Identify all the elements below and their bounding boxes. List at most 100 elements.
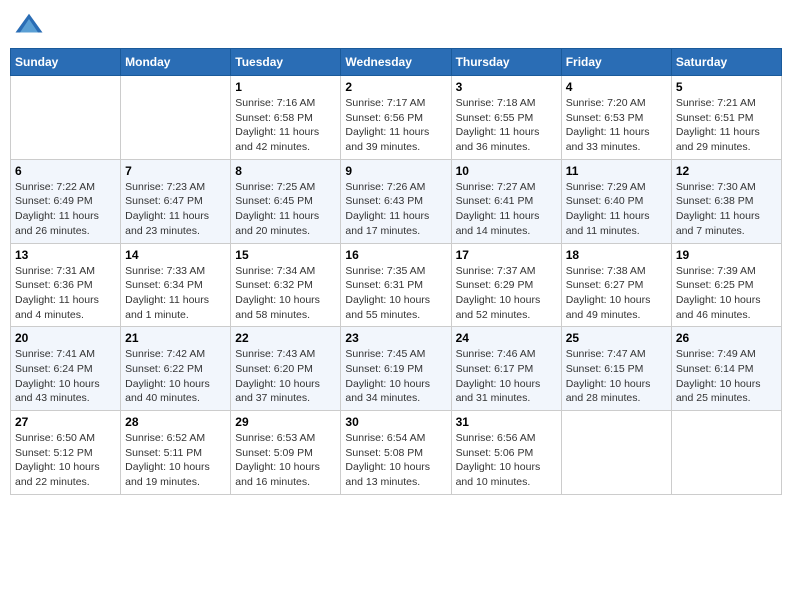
calendar-cell: 23 Sunrise: 7:45 AM Sunset: 6:19 PM Dayl… (341, 327, 451, 411)
daylight-text: Daylight: 10 hours and 31 minutes. (456, 378, 541, 405)
calendar-cell: 10 Sunrise: 7:27 AM Sunset: 6:41 PM Dayl… (451, 159, 561, 243)
sunrise-text: Sunrise: 7:20 AM (566, 97, 646, 109)
day-number: 12 (676, 164, 777, 178)
day-info: Sunrise: 7:29 AM Sunset: 6:40 PM Dayligh… (566, 180, 667, 239)
sunrise-text: Sunrise: 7:25 AM (235, 181, 315, 193)
calendar-cell: 19 Sunrise: 7:39 AM Sunset: 6:25 PM Dayl… (671, 243, 781, 327)
weekday-header-wednesday: Wednesday (341, 49, 451, 76)
sunrise-text: Sunrise: 7:33 AM (125, 265, 205, 277)
weekday-header-friday: Friday (561, 49, 671, 76)
weekday-header-thursday: Thursday (451, 49, 561, 76)
sunrise-text: Sunrise: 7:34 AM (235, 265, 315, 277)
calendar-cell (671, 411, 781, 495)
calendar-week-row: 13 Sunrise: 7:31 AM Sunset: 6:36 PM Dayl… (11, 243, 782, 327)
sunrise-text: Sunrise: 6:50 AM (15, 432, 95, 444)
calendar-cell: 5 Sunrise: 7:21 AM Sunset: 6:51 PM Dayli… (671, 76, 781, 160)
day-info: Sunrise: 7:27 AM Sunset: 6:41 PM Dayligh… (456, 180, 557, 239)
calendar-week-row: 1 Sunrise: 7:16 AM Sunset: 6:58 PM Dayli… (11, 76, 782, 160)
day-number: 31 (456, 415, 557, 429)
weekday-header-tuesday: Tuesday (231, 49, 341, 76)
day-number: 22 (235, 331, 336, 345)
day-info: Sunrise: 7:20 AM Sunset: 6:53 PM Dayligh… (566, 96, 667, 155)
daylight-text: Daylight: 10 hours and 16 minutes. (235, 461, 320, 488)
sunrise-text: Sunrise: 7:39 AM (676, 265, 756, 277)
daylight-text: Daylight: 10 hours and 40 minutes. (125, 378, 210, 405)
daylight-text: Daylight: 10 hours and 22 minutes. (15, 461, 100, 488)
calendar-cell: 12 Sunrise: 7:30 AM Sunset: 6:38 PM Dayl… (671, 159, 781, 243)
day-number: 9 (345, 164, 446, 178)
daylight-text: Daylight: 11 hours and 42 minutes. (235, 126, 319, 153)
sunset-text: Sunset: 6:36 PM (15, 279, 93, 291)
day-number: 1 (235, 80, 336, 94)
day-info: Sunrise: 7:25 AM Sunset: 6:45 PM Dayligh… (235, 180, 336, 239)
calendar-cell: 28 Sunrise: 6:52 AM Sunset: 5:11 PM Dayl… (121, 411, 231, 495)
calendar-cell: 20 Sunrise: 7:41 AM Sunset: 6:24 PM Dayl… (11, 327, 121, 411)
sunrise-text: Sunrise: 7:17 AM (345, 97, 425, 109)
day-number: 15 (235, 248, 336, 262)
sunset-text: Sunset: 6:45 PM (235, 195, 313, 207)
day-info: Sunrise: 6:52 AM Sunset: 5:11 PM Dayligh… (125, 431, 226, 490)
sunset-text: Sunset: 6:20 PM (235, 363, 313, 375)
sunrise-text: Sunrise: 7:42 AM (125, 348, 205, 360)
calendar-cell (561, 411, 671, 495)
sunset-text: Sunset: 6:31 PM (345, 279, 423, 291)
day-info: Sunrise: 7:42 AM Sunset: 6:22 PM Dayligh… (125, 347, 226, 406)
calendar-cell: 21 Sunrise: 7:42 AM Sunset: 6:22 PM Dayl… (121, 327, 231, 411)
sunrise-text: Sunrise: 7:38 AM (566, 265, 646, 277)
calendar-cell: 1 Sunrise: 7:16 AM Sunset: 6:58 PM Dayli… (231, 76, 341, 160)
day-info: Sunrise: 7:34 AM Sunset: 6:32 PM Dayligh… (235, 264, 336, 323)
day-info: Sunrise: 7:21 AM Sunset: 6:51 PM Dayligh… (676, 96, 777, 155)
sunset-text: Sunset: 6:38 PM (676, 195, 754, 207)
day-number: 21 (125, 331, 226, 345)
day-info: Sunrise: 6:54 AM Sunset: 5:08 PM Dayligh… (345, 431, 446, 490)
daylight-text: Daylight: 11 hours and 20 minutes. (235, 210, 319, 237)
calendar-cell: 22 Sunrise: 7:43 AM Sunset: 6:20 PM Dayl… (231, 327, 341, 411)
day-info: Sunrise: 6:56 AM Sunset: 5:06 PM Dayligh… (456, 431, 557, 490)
day-number: 17 (456, 248, 557, 262)
calendar-cell: 8 Sunrise: 7:25 AM Sunset: 6:45 PM Dayli… (231, 159, 341, 243)
calendar-week-row: 6 Sunrise: 7:22 AM Sunset: 6:49 PM Dayli… (11, 159, 782, 243)
calendar-cell: 14 Sunrise: 7:33 AM Sunset: 6:34 PM Dayl… (121, 243, 231, 327)
sunset-text: Sunset: 5:09 PM (235, 447, 313, 459)
day-info: Sunrise: 7:31 AM Sunset: 6:36 PM Dayligh… (15, 264, 116, 323)
day-number: 8 (235, 164, 336, 178)
sunset-text: Sunset: 6:22 PM (125, 363, 203, 375)
day-info: Sunrise: 7:17 AM Sunset: 6:56 PM Dayligh… (345, 96, 446, 155)
sunset-text: Sunset: 5:12 PM (15, 447, 93, 459)
calendar-cell: 13 Sunrise: 7:31 AM Sunset: 6:36 PM Dayl… (11, 243, 121, 327)
day-info: Sunrise: 7:39 AM Sunset: 6:25 PM Dayligh… (676, 264, 777, 323)
day-number: 23 (345, 331, 446, 345)
sunset-text: Sunset: 6:51 PM (676, 112, 754, 124)
sunset-text: Sunset: 6:49 PM (15, 195, 93, 207)
daylight-text: Daylight: 11 hours and 36 minutes. (456, 126, 540, 153)
sunset-text: Sunset: 6:17 PM (456, 363, 534, 375)
day-number: 10 (456, 164, 557, 178)
day-info: Sunrise: 7:41 AM Sunset: 6:24 PM Dayligh… (15, 347, 116, 406)
daylight-text: Daylight: 11 hours and 4 minutes. (15, 294, 99, 321)
logo-icon (14, 10, 44, 40)
day-info: Sunrise: 7:37 AM Sunset: 6:29 PM Dayligh… (456, 264, 557, 323)
day-info: Sunrise: 6:53 AM Sunset: 5:09 PM Dayligh… (235, 431, 336, 490)
calendar-week-row: 27 Sunrise: 6:50 AM Sunset: 5:12 PM Dayl… (11, 411, 782, 495)
calendar-week-row: 20 Sunrise: 7:41 AM Sunset: 6:24 PM Dayl… (11, 327, 782, 411)
sunrise-text: Sunrise: 7:43 AM (235, 348, 315, 360)
daylight-text: Daylight: 10 hours and 37 minutes. (235, 378, 320, 405)
day-number: 19 (676, 248, 777, 262)
day-number: 5 (676, 80, 777, 94)
day-info: Sunrise: 7:49 AM Sunset: 6:14 PM Dayligh… (676, 347, 777, 406)
day-number: 18 (566, 248, 667, 262)
sunset-text: Sunset: 5:11 PM (125, 447, 202, 459)
sunrise-text: Sunrise: 7:21 AM (676, 97, 756, 109)
day-number: 28 (125, 415, 226, 429)
sunset-text: Sunset: 6:55 PM (456, 112, 534, 124)
daylight-text: Daylight: 11 hours and 26 minutes. (15, 210, 99, 237)
sunset-text: Sunset: 5:06 PM (456, 447, 534, 459)
day-number: 27 (15, 415, 116, 429)
day-number: 4 (566, 80, 667, 94)
day-number: 24 (456, 331, 557, 345)
sunrise-text: Sunrise: 7:45 AM (345, 348, 425, 360)
day-number: 30 (345, 415, 446, 429)
day-info: Sunrise: 7:26 AM Sunset: 6:43 PM Dayligh… (345, 180, 446, 239)
daylight-text: Daylight: 11 hours and 17 minutes. (345, 210, 429, 237)
sunset-text: Sunset: 6:14 PM (676, 363, 754, 375)
